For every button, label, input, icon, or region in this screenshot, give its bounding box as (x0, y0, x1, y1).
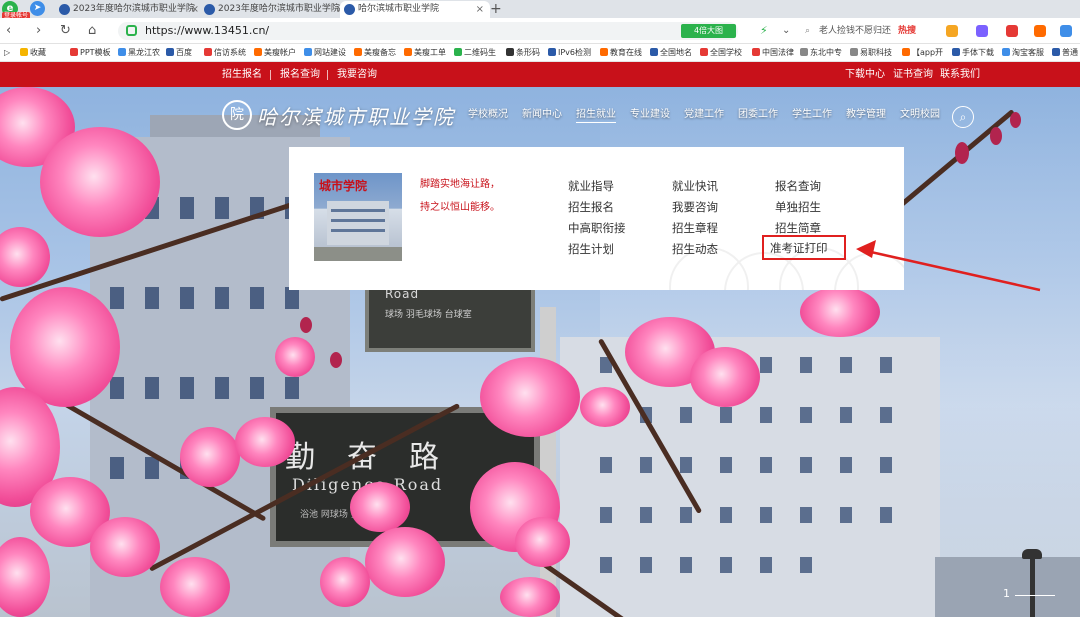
annotation-arrow (856, 240, 1041, 292)
